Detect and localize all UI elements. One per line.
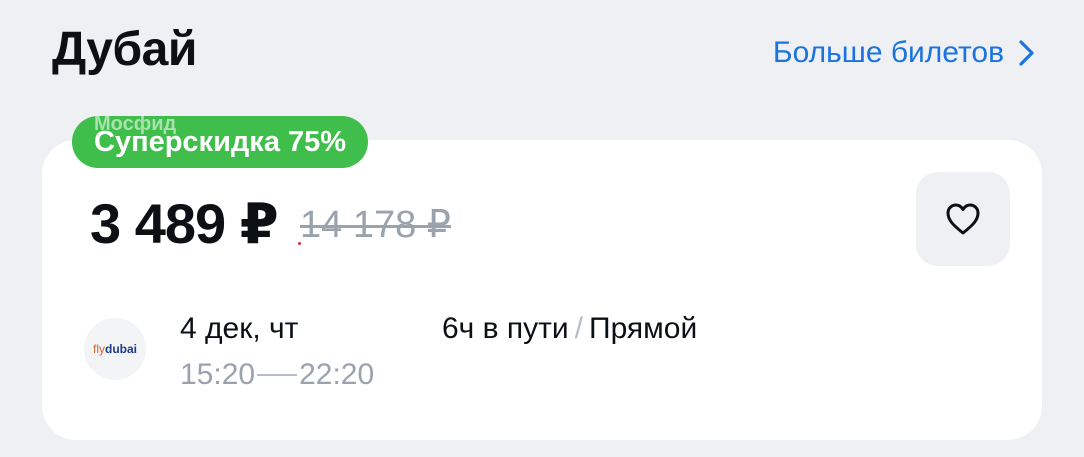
departure-time: 15:20	[180, 358, 256, 391]
favorite-button[interactable]	[916, 172, 1010, 266]
heart-outline-icon	[946, 203, 980, 235]
flight-times: 15:20 22:20	[180, 360, 374, 390]
flight-date: 4 дек, чт	[180, 312, 299, 345]
info-separator: /	[574, 312, 584, 345]
flight-type: Прямой	[589, 312, 698, 345]
airline-logo: fly dubai	[84, 318, 146, 380]
more-tickets-link[interactable]: Больше билетов	[773, 38, 1036, 68]
more-tickets-label: Больше билетов	[772, 36, 1004, 69]
flight-duration: 6ч в пути	[442, 312, 569, 345]
ticket-price: 3 489 ₽	[90, 192, 279, 255]
chevron-right-icon	[1019, 40, 1034, 66]
arrival-time: 22:20	[299, 358, 375, 391]
ticket-card[interactable]	[42, 140, 1042, 440]
flight-info: 6ч в пути / Прямой	[442, 314, 697, 344]
time-dash	[257, 374, 298, 376]
watermark: Мосфид	[94, 113, 177, 135]
old-price: 14 178 ₽	[300, 204, 451, 246]
airline-logo-name: dubai	[105, 342, 137, 356]
page-title: Дубай	[52, 23, 197, 76]
airline-logo-prefix: fly	[93, 342, 105, 356]
